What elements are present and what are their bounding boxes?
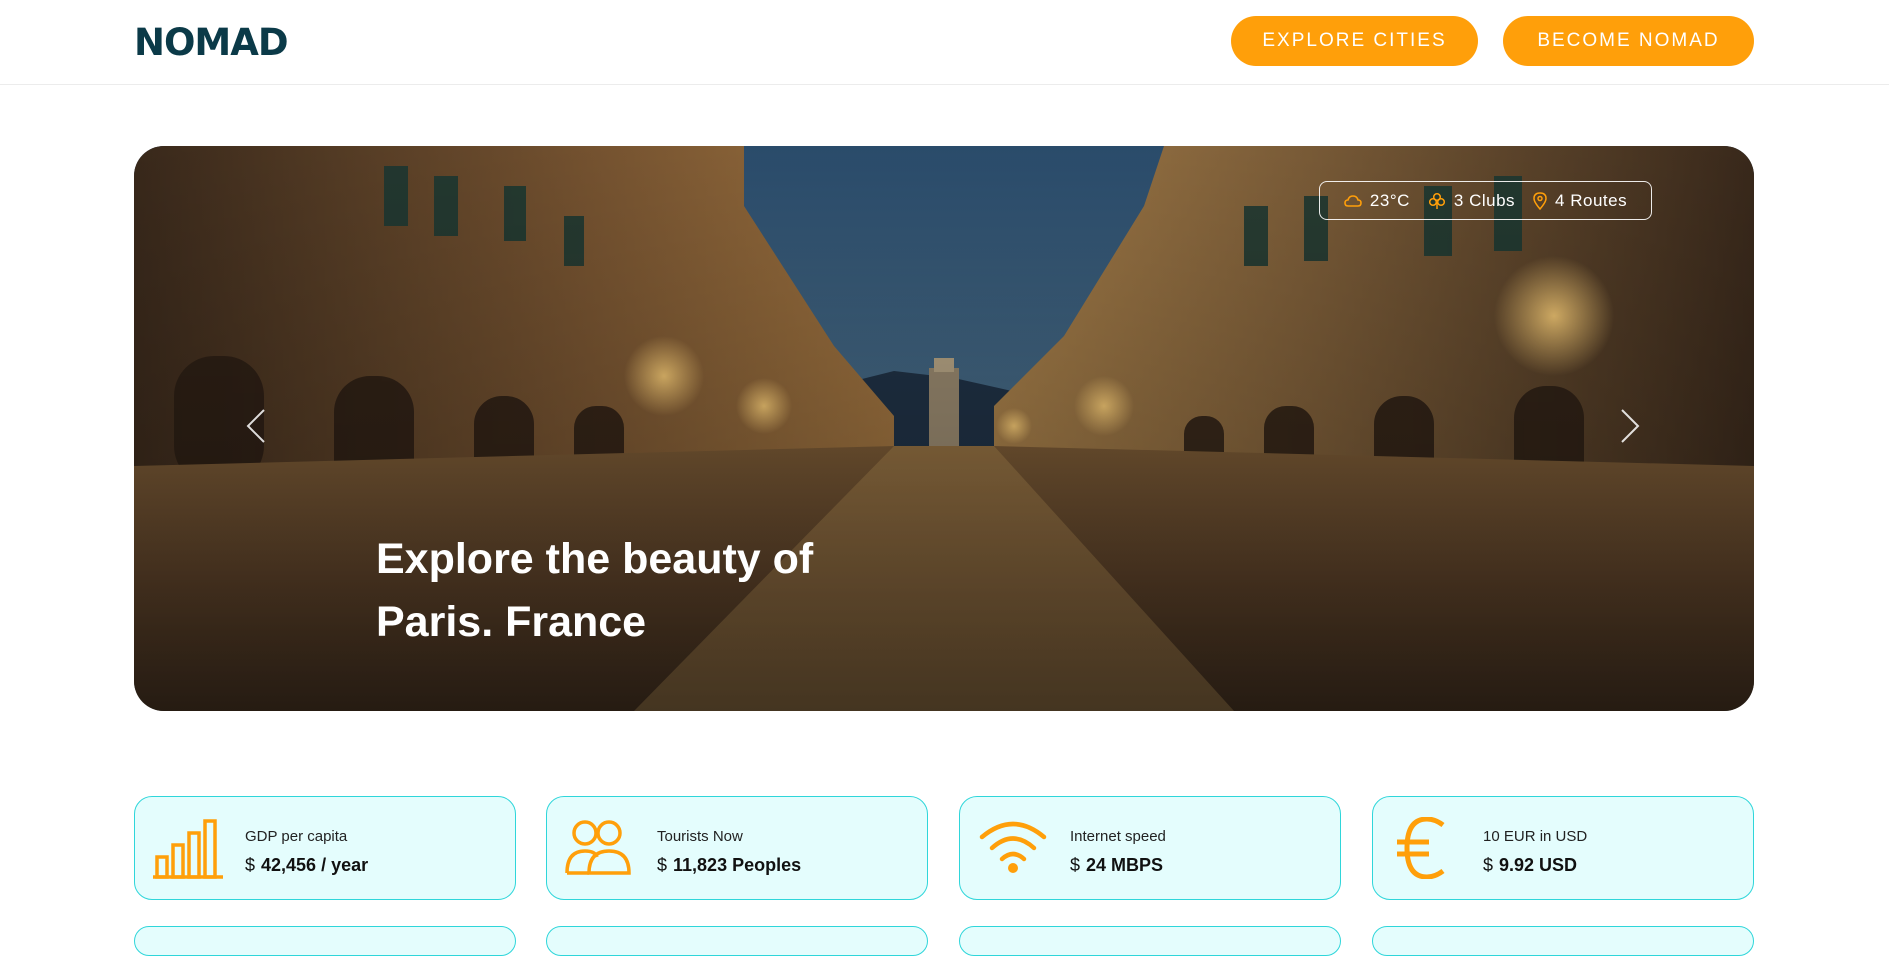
- bar-chart-icon: [153, 819, 223, 879]
- hero-title-line2: Paris. France: [376, 598, 647, 646]
- map-pin-icon: [1533, 191, 1547, 210]
- card-value: $24 MBPS: [1070, 855, 1164, 875]
- explore-cities-button[interactable]: EXPLORE CITIES: [1231, 16, 1478, 66]
- hero-title-line1: Explore the beauty of: [376, 535, 814, 583]
- card-label: 10 EUR in USD: [1483, 828, 1588, 845]
- logo-text: NOMAD: [134, 21, 289, 64]
- internet-speed-card: Internet speed $24 MBPS: [959, 796, 1341, 900]
- header: NOMAD EXPLORE CITIES BECOME NOMAD: [0, 0, 1889, 85]
- hero-carousel: 23°C 3 Clubs 4 Routes Explore the beauty…: [134, 146, 1754, 711]
- become-nomad-button[interactable]: BECOME NOMAD: [1503, 16, 1754, 66]
- tourists-card: Tourists Now $11,823 Peoples: [546, 796, 928, 900]
- card-label: GDP per capita: [245, 828, 348, 845]
- club-icon: [1428, 192, 1445, 209]
- carousel-next-arrow-icon[interactable]: [1618, 408, 1642, 444]
- temperature-stat: 23°C: [1344, 191, 1410, 211]
- cloud-icon: [1344, 194, 1362, 207]
- nomad-logo[interactable]: NOMAD: [134, 24, 314, 62]
- currency-card: 10 EUR in USD $9.92 USD: [1372, 796, 1754, 900]
- wifi-icon: [979, 821, 1047, 873]
- users-icon: [565, 820, 631, 875]
- euro-icon: [1397, 817, 1445, 879]
- carousel-prev-arrow-icon[interactable]: [244, 408, 268, 444]
- gdp-card: GDP per capita $42,456 / year: [134, 796, 516, 900]
- clubs-stat: 3 Clubs: [1428, 191, 1515, 211]
- routes-value: 4 Routes: [1555, 190, 1628, 210]
- routes-stat: 4 Routes: [1533, 191, 1627, 211]
- card-value: $42,456 / year: [245, 855, 369, 875]
- temperature-value: 23°C: [1369, 190, 1410, 210]
- card-value: $11,823 Peoples: [657, 855, 802, 875]
- card-value: $9.92 USD: [1483, 855, 1578, 875]
- card-label: Tourists Now: [657, 828, 743, 845]
- card-label: Internet speed: [1070, 828, 1166, 845]
- city-stats-pill: 23°C 3 Clubs 4 Routes: [1319, 181, 1652, 220]
- hero-title: Explore the beauty of Paris. France: [376, 528, 936, 654]
- clubs-value: 3 Clubs: [1453, 190, 1516, 210]
